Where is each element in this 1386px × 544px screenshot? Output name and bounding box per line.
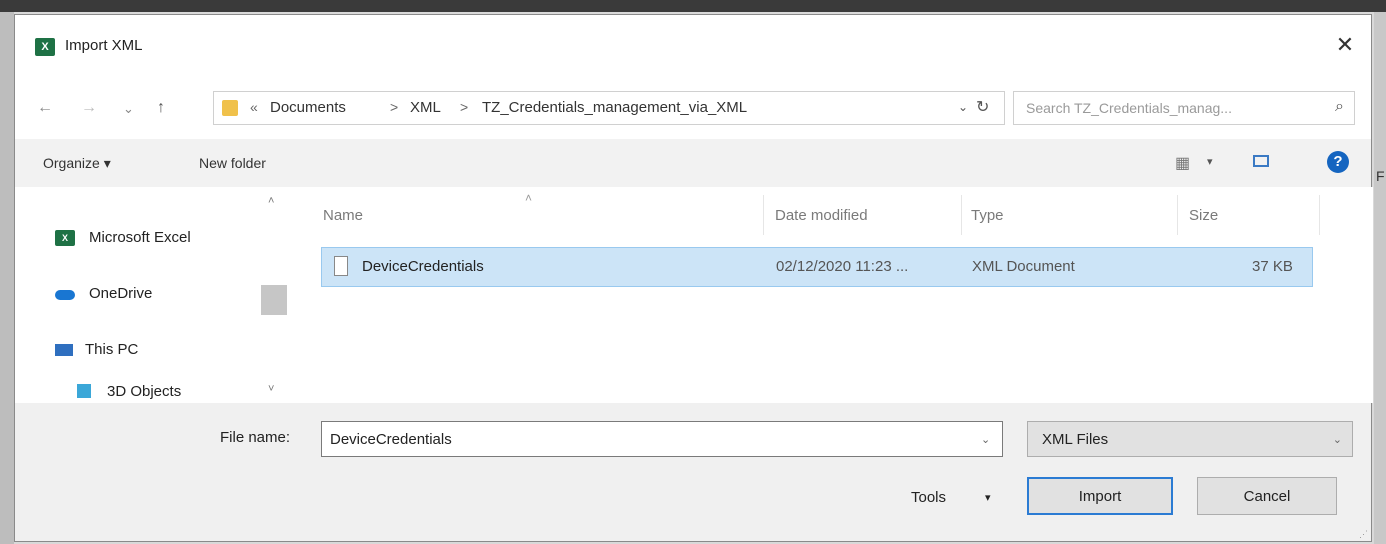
chevron-down-icon[interactable]: ▾ bbox=[1207, 155, 1213, 168]
breadcrumb-documents[interactable]: Documents bbox=[270, 99, 346, 116]
background-app-left bbox=[0, 12, 14, 544]
command-toolbar: Organize ▾ New folder ▦ ▾ ? bbox=[15, 139, 1371, 187]
tools-menu[interactable]: Tools bbox=[911, 489, 946, 506]
cloud-icon bbox=[55, 290, 75, 300]
address-bar[interactable]: « Documents > XML > TZ_Credentials_manag… bbox=[213, 91, 1005, 125]
sidebar-item-label: Microsoft Excel bbox=[89, 229, 191, 246]
navigation-bar: ← → ⌄ ↑ « Documents > XML > TZ_Credentia… bbox=[15, 79, 1371, 135]
file-name-label: File name: bbox=[220, 429, 291, 446]
chevron-down-icon[interactable]: ▾ bbox=[985, 491, 991, 504]
cancel-button[interactable]: Cancel bbox=[1197, 477, 1337, 515]
column-divider[interactable] bbox=[763, 195, 764, 235]
back-arrow-icon[interactable]: ← bbox=[37, 99, 53, 117]
title-bar: X Import XML ✕ bbox=[15, 15, 1371, 79]
breadcrumb-separator: > bbox=[390, 99, 399, 115]
navigation-pane: X Microsoft Excel OneDrive This PC 3D Ob… bbox=[15, 187, 293, 403]
excel-icon: X bbox=[55, 230, 75, 246]
file-name-cell: DeviceCredentials bbox=[362, 258, 484, 275]
3d-objects-icon bbox=[77, 384, 91, 398]
column-divider[interactable] bbox=[1177, 195, 1178, 235]
column-header-name[interactable]: Name bbox=[323, 207, 363, 224]
breadcrumb-overflow[interactable]: « bbox=[250, 99, 258, 115]
background-text: F bbox=[1376, 168, 1385, 184]
scroll-down-icon[interactable]: ˅ bbox=[268, 383, 274, 395]
dialog-footer: File name: ⌄ XML Files ⌄ Tools ▾ Import … bbox=[15, 403, 1371, 541]
excel-icon: X bbox=[35, 38, 55, 56]
sidebar-item-label: 3D Objects bbox=[107, 383, 182, 400]
refresh-icon[interactable]: ↻ bbox=[976, 97, 989, 117]
column-divider[interactable] bbox=[1319, 195, 1320, 235]
breadcrumb-current-folder[interactable]: TZ_Credentials_management_via_XML bbox=[482, 99, 747, 116]
column-divider[interactable] bbox=[961, 195, 962, 235]
up-arrow-icon[interactable]: ↑ bbox=[157, 99, 165, 117]
search-box[interactable]: Search TZ_Credentials_manag... ⌕ bbox=[1013, 91, 1355, 125]
view-options-icon[interactable]: ▦ bbox=[1175, 153, 1190, 173]
date-modified-cell: 02/12/2020 11:23 ... bbox=[776, 258, 909, 275]
scroll-up-icon[interactable]: ˄ bbox=[268, 195, 274, 207]
file-name-input[interactable] bbox=[321, 421, 1003, 457]
navigation-pane-scrollbar[interactable]: ˄ ˅ bbox=[259, 187, 289, 403]
sidebar-item-label: This PC bbox=[85, 341, 139, 358]
column-header-type[interactable]: Type bbox=[971, 207, 1004, 224]
background-app-right: F bbox=[1374, 12, 1386, 544]
import-xml-dialog: X Import XML ✕ ← → ⌄ ↑ « Documents > XML… bbox=[14, 14, 1373, 542]
preview-pane-icon[interactable] bbox=[1253, 155, 1269, 167]
search-placeholder: Search TZ_Credentials_manag... bbox=[1026, 100, 1232, 116]
import-button[interactable]: Import bbox=[1027, 477, 1173, 515]
chevron-down-icon[interactable]: ⌄ bbox=[958, 100, 968, 114]
file-type-value: XML Files bbox=[1042, 431, 1109, 448]
dialog-title: Import XML bbox=[65, 37, 143, 54]
help-icon[interactable]: ? bbox=[1327, 151, 1349, 173]
search-icon[interactable]: ⌕ bbox=[1335, 98, 1344, 116]
folder-icon bbox=[222, 100, 238, 116]
breadcrumb-xml[interactable]: XML bbox=[410, 99, 441, 116]
column-header-size[interactable]: Size bbox=[1189, 207, 1218, 224]
size-cell: 37 KB bbox=[1252, 258, 1293, 275]
resize-grip-icon[interactable]: ⋰ bbox=[1359, 529, 1369, 539]
organize-button[interactable]: Organize ▾ bbox=[43, 155, 111, 172]
sidebar-item-label: OneDrive bbox=[89, 285, 153, 302]
file-type-select[interactable]: XML Files ⌄ bbox=[1027, 421, 1353, 457]
new-folder-button[interactable]: New folder bbox=[199, 155, 266, 171]
file-list: Name ˄ Date modified Type Size DeviceCre… bbox=[305, 187, 1373, 403]
breadcrumb-separator: > bbox=[460, 99, 469, 115]
chevron-down-icon[interactable]: ⌄ bbox=[981, 433, 990, 446]
table-row[interactable]: DeviceCredentials 02/12/2020 11:23 ... X… bbox=[321, 247, 1313, 287]
chevron-down-icon: ⌄ bbox=[1332, 434, 1342, 446]
forward-arrow-icon[interactable]: → bbox=[81, 99, 97, 117]
sort-arrow-icon: ˄ bbox=[525, 191, 533, 205]
type-cell: XML Document bbox=[972, 258, 1075, 275]
scrollbar-thumb[interactable] bbox=[261, 285, 287, 315]
column-header-date-modified[interactable]: Date modified bbox=[775, 207, 868, 224]
computer-icon bbox=[55, 344, 73, 356]
recent-locations-icon[interactable]: ⌄ bbox=[123, 101, 134, 117]
background-app-bar bbox=[0, 0, 1386, 12]
close-button[interactable]: ✕ bbox=[1331, 31, 1359, 59]
document-icon bbox=[334, 256, 348, 276]
